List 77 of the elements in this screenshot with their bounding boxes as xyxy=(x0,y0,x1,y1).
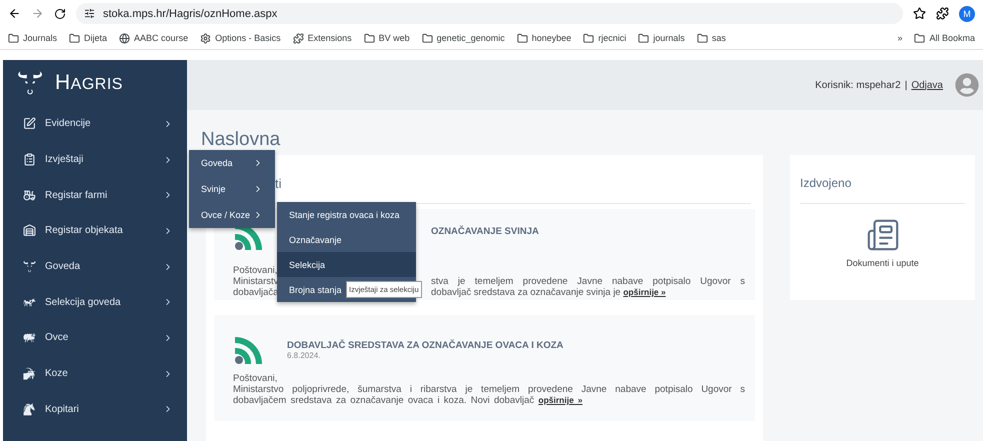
bull-icon xyxy=(23,260,36,274)
folder-icon xyxy=(364,32,375,44)
document-icon[interactable] xyxy=(866,218,900,252)
gear-icon xyxy=(200,32,212,44)
folder-icon xyxy=(8,32,19,44)
panel-title: Izdvojeno xyxy=(800,176,852,190)
tractor-icon xyxy=(23,188,36,202)
star-icon[interactable] xyxy=(913,7,926,20)
globe-icon xyxy=(119,32,130,44)
folder-icon xyxy=(422,32,433,44)
sidebar-item[interactable]: Evidencije xyxy=(3,106,187,142)
news-title: DOBAVLJAČ SREDSTAVA ZA OZNAČAVANJE OVACA I KOZA xyxy=(287,340,564,351)
folder-icon xyxy=(69,32,80,44)
bookmark[interactable]: Extensions xyxy=(292,32,352,44)
warehouse-icon xyxy=(23,224,36,238)
menu-item[interactable]: Goveda xyxy=(189,150,275,176)
sidebar-item[interactable]: Izvještaji xyxy=(3,142,187,178)
horse-icon xyxy=(23,402,36,416)
panel-title: ti xyxy=(275,176,282,190)
url-text: stoka.mps.hr/Hagris/oznHome.aspx xyxy=(103,8,278,20)
bookmark[interactable]: Journals xyxy=(8,32,58,44)
news-text: dobavljač sredstava za označavanje svinja je opširnije » xyxy=(431,287,667,298)
sidebar-item[interactable]: Ovce xyxy=(3,320,187,356)
read-more-link[interactable]: opširnije » xyxy=(623,287,666,297)
goat-icon xyxy=(23,367,36,380)
forward-icon[interactable] xyxy=(31,7,44,20)
news-title: OZNAČAVANJE SVINJA xyxy=(431,226,540,236)
reload-icon[interactable] xyxy=(54,8,66,20)
all-bookmarks[interactable]: All Bookma xyxy=(914,32,975,44)
greeting-text: Poštovani, xyxy=(233,373,278,384)
address-bar[interactable]: stoka.mps.hr/Hagris/oznHome.aspx xyxy=(76,3,903,24)
folder-icon xyxy=(914,32,926,44)
menu-item[interactable]: Označavanje xyxy=(277,227,416,252)
bookmark[interactable]: rjecnici xyxy=(583,32,626,44)
page-title: Naslovna xyxy=(200,128,282,152)
sheep-icon xyxy=(23,331,36,344)
menu-item[interactable]: Stanje registra ovaca i koza xyxy=(277,202,416,227)
user-label: Korisnik: mspehar2 xyxy=(815,80,901,90)
bookmark[interactable]: genetic_genomic xyxy=(422,32,505,44)
read-more-link[interactable]: opširnije » xyxy=(538,395,583,405)
pen-icon xyxy=(23,117,36,130)
bookmark[interactable]: honeybee xyxy=(516,32,572,44)
sidebar-item[interactable]: Selekcija goveda xyxy=(3,284,187,320)
bookmark[interactable]: journals xyxy=(638,32,685,44)
profile-avatar[interactable]: M xyxy=(959,6,975,22)
news-text: Ministarstvo poljoprivrede, šumarstva i ribarstva je temeljem provedene Javne nabave potpisalo Ugovor s dobavljačem sredstava za označavanje ovaca i koza. Novi dobavljač opširnije » xyxy=(233,384,745,406)
logout-link[interactable]: Odjava xyxy=(911,80,943,90)
sidebar-item[interactable]: Registar farmi xyxy=(3,177,187,214)
sidebar-item[interactable]: Koze xyxy=(3,356,187,392)
bookmark[interactable]: AABC course xyxy=(119,32,188,44)
menu-item[interactable]: Ovce / Koze xyxy=(189,202,275,228)
back-icon[interactable] xyxy=(8,7,21,20)
news-date: 6.8.2024. xyxy=(287,351,322,360)
puzzle-icon xyxy=(292,32,304,44)
folder-icon xyxy=(638,32,650,44)
site-info-icon[interactable] xyxy=(84,8,95,19)
sidebar-item[interactable]: Kopitari xyxy=(3,392,187,428)
greeting-text: Poštovani, xyxy=(233,265,278,276)
sidebar-item[interactable]: Goveda xyxy=(3,248,187,284)
clipboard-icon xyxy=(23,153,36,166)
bookmarks-overflow[interactable]: » xyxy=(897,33,902,43)
bookmark[interactable]: Options - Basics xyxy=(200,32,281,44)
extensions-icon[interactable] xyxy=(936,7,949,20)
bookmark[interactable]: sas xyxy=(696,32,726,44)
folder-icon xyxy=(696,32,708,44)
bookmark[interactable]: Dijeta xyxy=(69,32,108,44)
bull-logo-icon xyxy=(17,70,43,96)
folder-icon xyxy=(583,32,594,44)
separator-text: | xyxy=(904,80,908,90)
bookmark[interactable]: BV web xyxy=(364,32,410,44)
menu-item[interactable]: Svinje xyxy=(189,176,275,202)
app-logo: HAGRIS xyxy=(55,71,123,95)
featured-link[interactable]: Dokumenti i upute xyxy=(846,258,919,268)
news-text: stva je temeljem provedene Javne nabave potpisalo Ugovor s xyxy=(431,276,745,287)
folder-icon xyxy=(516,32,528,44)
menu-item[interactable]: Selekcija xyxy=(277,252,416,277)
sidebar-item[interactable]: Registar objekata xyxy=(3,213,187,249)
